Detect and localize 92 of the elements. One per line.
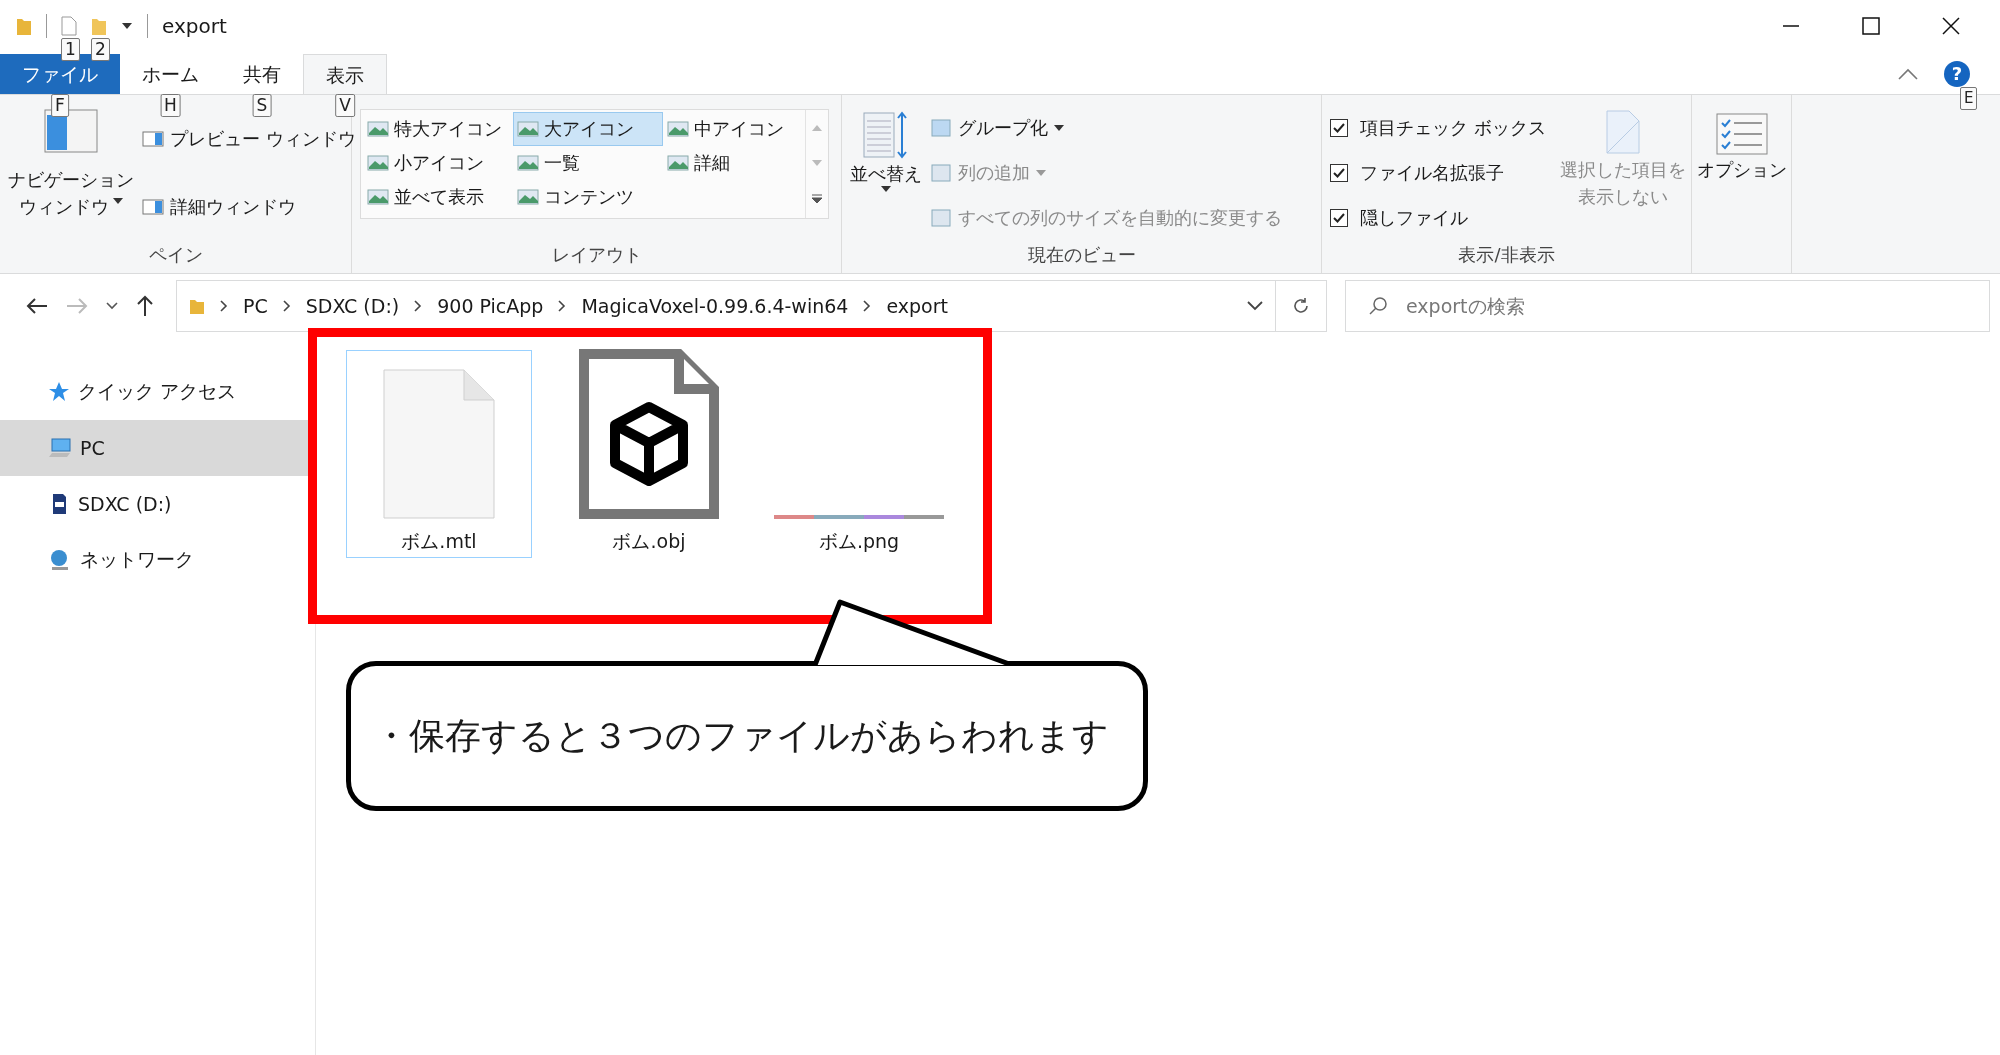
image-icon <box>517 188 539 206</box>
layout-option[interactable]: 詳細 <box>663 146 803 180</box>
layout-option[interactable]: 一覧 <box>513 146 663 180</box>
layout-option[interactable]: 小アイコン <box>363 146 513 180</box>
column-icon <box>930 164 952 182</box>
layout-option[interactable]: 特大アイコン <box>363 112 513 146</box>
star-icon <box>48 381 70 403</box>
search-input[interactable]: exportの検索 <box>1404 294 1989 318</box>
ribbon-tab[interactable]: ホーム <box>120 54 221 94</box>
caret-icon <box>881 186 891 192</box>
keytip: S <box>252 94 272 117</box>
checkbox-label: 隠しファイル <box>1360 206 1468 231</box>
keytip: V <box>335 94 355 117</box>
image-icon <box>517 120 539 138</box>
pane-icon <box>142 199 164 215</box>
close-icon[interactable] <box>1942 17 1960 35</box>
back-icon[interactable] <box>26 297 48 315</box>
ribbon-tab[interactable]: 表示 <box>303 54 387 94</box>
checklist-icon <box>1715 113 1768 155</box>
column-icon <box>930 209 952 228</box>
dropdown-icon[interactable] <box>1247 301 1263 311</box>
caret-icon <box>113 197 123 204</box>
layout-option[interactable]: 並べて表示 <box>363 180 513 214</box>
sort-button[interactable]: 並べ替え <box>850 105 922 241</box>
maximize-icon[interactable] <box>1862 17 1880 35</box>
recent-locations-icon[interactable] <box>106 302 118 310</box>
chevron-icon[interactable] <box>862 300 873 312</box>
keytip: E <box>1960 87 1978 110</box>
breadcrumb[interactable]: 900 PicApp <box>437 295 544 317</box>
layout-option[interactable]: 大アイコン <box>513 112 663 146</box>
breadcrumb[interactable]: export <box>886 295 948 317</box>
layout-option[interactable]: コンテンツ <box>513 180 663 214</box>
address-bar[interactable]: PC SDXC (D:) 900 PicApp MagicaVoxel-0.99.6.4-win64 export <box>176 280 1276 332</box>
image-icon <box>517 154 539 172</box>
checkbox[interactable] <box>1330 209 1348 228</box>
folder-icon <box>189 297 205 315</box>
file-item[interactable]: ボム.mtl <box>346 350 532 558</box>
breadcrumb[interactable]: SDXC (D:) <box>305 295 400 317</box>
image-icon <box>367 188 389 206</box>
document-icon <box>1604 109 1641 155</box>
help-button[interactable]: ? <box>1944 61 1970 87</box>
group-label: 現在のビュー <box>1026 243 1137 267</box>
file-tab[interactable]: ファイル <box>0 54 120 94</box>
sidebar-item[interactable]: SDXC (D:) <box>0 476 315 532</box>
chevron-icon[interactable] <box>281 300 292 312</box>
image-icon <box>667 154 689 172</box>
chevron-icon[interactable] <box>413 300 424 312</box>
file-item[interactable]: ボム.png <box>766 350 952 558</box>
sidebar-item[interactable]: ネットワーク <box>0 532 315 588</box>
keytip: 2 <box>91 38 110 61</box>
checkbox-label: ファイル名拡張子 <box>1360 161 1504 185</box>
ribbon-tab[interactable]: 共有 <box>221 54 303 94</box>
image-icon <box>667 120 689 138</box>
computer-icon <box>48 437 72 459</box>
collapse-ribbon-icon[interactable] <box>1898 68 1918 80</box>
sidebar-item[interactable]: クイック アクセス <box>0 364 315 420</box>
image-icon <box>367 154 389 172</box>
sort-icon <box>862 109 910 161</box>
group-label: 表示/非表示 <box>1457 243 1556 267</box>
search-icon <box>1368 296 1388 316</box>
refresh-icon <box>1292 297 1310 315</box>
pane-icon <box>142 131 164 147</box>
group-label: ペイン <box>147 243 204 267</box>
image-icon <box>367 120 389 138</box>
file-item[interactable]: ボム.obj <box>556 350 742 558</box>
checkbox[interactable] <box>1330 118 1348 137</box>
caret-icon[interactable] <box>121 21 133 31</box>
layout-option[interactable]: 中アイコン <box>663 112 803 146</box>
column-icon <box>930 118 952 137</box>
breadcrumb[interactable]: PC <box>243 295 268 317</box>
up-icon[interactable] <box>136 295 154 317</box>
view-button[interactable]: グループ化 <box>930 115 1282 140</box>
chevron-icon[interactable] <box>557 300 568 312</box>
thumbnail-strip-icon <box>774 515 944 519</box>
checkbox-label: 項目チェック ボックス <box>1360 115 1546 140</box>
breadcrumb[interactable]: MagicaVoxel-0.99.6.4-win64 <box>581 295 849 317</box>
search-field[interactable]: exportの検索 <box>1345 280 1990 332</box>
pane-button[interactable]: 詳細ウィンドウ <box>142 195 356 219</box>
pane-button[interactable]: プレビュー ウィンドウ <box>142 127 356 151</box>
refresh-button[interactable] <box>1275 280 1327 332</box>
group-label: レイアウト <box>550 243 643 267</box>
keytip: 1 <box>61 38 80 61</box>
expand-gallery-icon[interactable] <box>811 194 823 205</box>
blank-file-icon <box>383 369 495 519</box>
keytip: F <box>51 94 69 117</box>
navigation-pane-icon <box>44 109 98 153</box>
cube-file-icon <box>579 349 719 519</box>
chevron-icon[interactable] <box>219 300 229 312</box>
window-title: export <box>162 14 227 38</box>
checkbox[interactable] <box>1330 164 1348 182</box>
keytip: H <box>160 94 181 117</box>
callout-text: ・保存すると３つのファイルがあらわれます <box>373 713 1109 758</box>
